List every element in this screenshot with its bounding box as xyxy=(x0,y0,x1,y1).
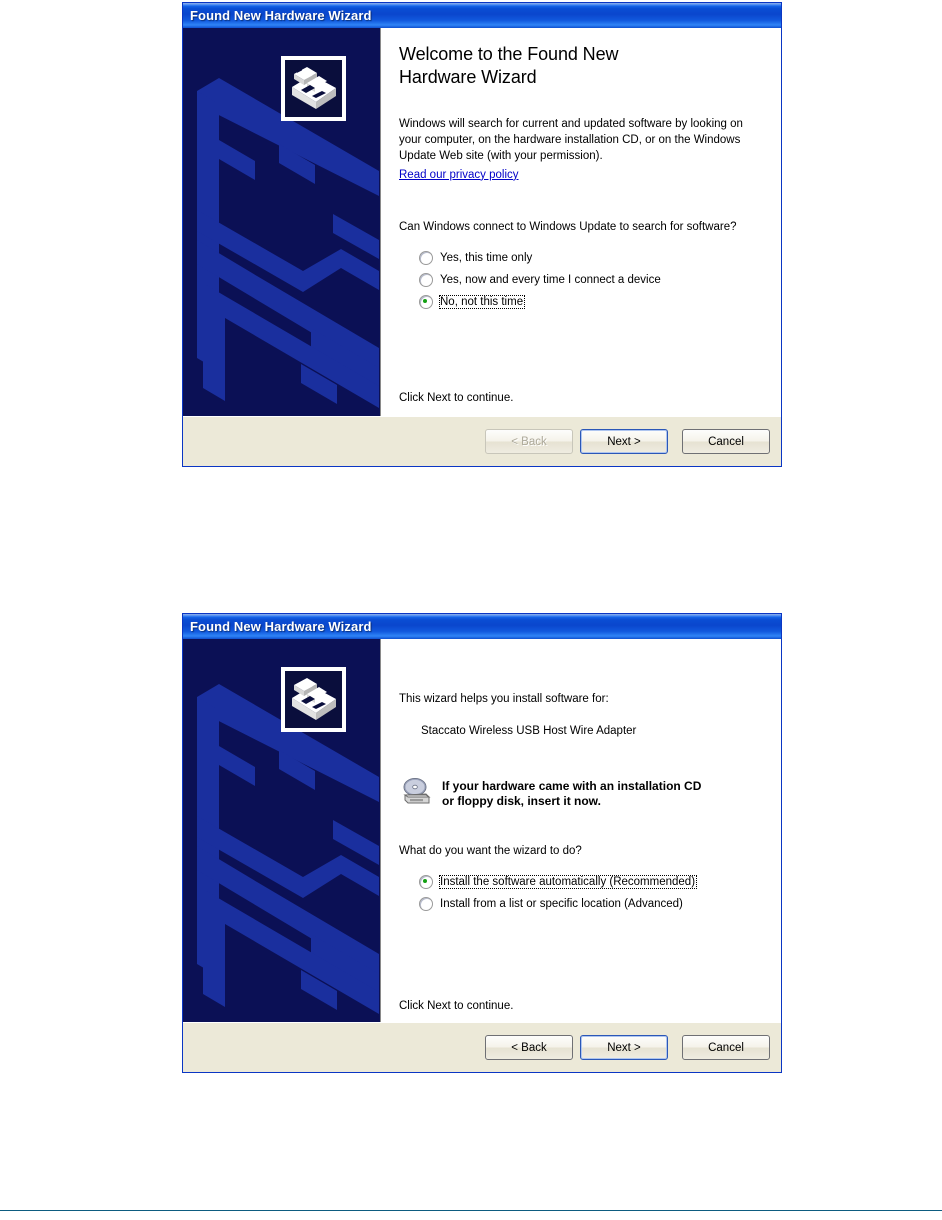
wizard-watermark-panel xyxy=(183,639,381,1022)
radio-option-yes-this-time[interactable]: Yes, this time only xyxy=(419,247,767,269)
cancel-button[interactable]: Cancel xyxy=(682,1035,770,1060)
installation-media-text: If your hardware came with an installati… xyxy=(442,779,701,810)
dialog-body: Welcome to the Found New Hardware Wizard… xyxy=(183,28,781,416)
update-search-radio-group: Yes, this time only Yes, now and every t… xyxy=(399,247,767,313)
back-button[interactable]: < Back xyxy=(485,429,573,454)
radio-indicator xyxy=(419,295,433,310)
button-bar: < Back Next > Cancel xyxy=(183,416,781,466)
window-title: Found New Hardware Wizard xyxy=(190,8,372,23)
next-button[interactable]: Next > xyxy=(580,1035,668,1060)
radio-indicator xyxy=(419,273,433,288)
found-new-hardware-wizard-welcome: Found New Hardware Wizard Welcome to the… xyxy=(182,2,782,467)
hardware-device-icon xyxy=(281,56,346,121)
cd-note-line2: or floppy disk, insert it now. xyxy=(442,794,601,809)
intro-paragraph: Windows will search for current and upda… xyxy=(399,117,743,163)
dialog-content: Welcome to the Found New Hardware Wizard… xyxy=(381,28,781,416)
radio-option-yes-every-time[interactable]: Yes, now and every time I connect a devi… xyxy=(419,269,767,291)
titlebar: Found New Hardware Wizard xyxy=(183,3,781,28)
radio-label: No, not this time xyxy=(439,295,526,310)
radio-indicator xyxy=(419,874,433,889)
dialog-body: This wizard helps you install software f… xyxy=(183,639,781,1022)
footer-note: Click Next to continue. xyxy=(399,392,514,404)
next-button[interactable]: Next > xyxy=(580,429,668,454)
install-method-radio-group: Install the software automatically (Reco… xyxy=(399,871,767,915)
wizard-watermark-panel xyxy=(183,28,381,416)
installation-media-note: If your hardware came with an installati… xyxy=(399,776,767,813)
radio-indicator xyxy=(419,896,433,911)
hardware-device-icon xyxy=(281,667,346,732)
titlebar: Found New Hardware Wizard xyxy=(183,614,781,639)
found-new-hardware-wizard-install: Found New Hardware Wizard This wizard he… xyxy=(182,613,782,1073)
question-text: Can Windows connect to Windows Update to… xyxy=(399,220,737,233)
page-title-line2: Hardware Wizard xyxy=(399,67,537,88)
page-title-line1: Welcome to the Found New xyxy=(399,44,619,64)
cd-note-line1: If your hardware came with an installati… xyxy=(442,778,702,793)
radio-option-install-from-list[interactable]: Install from a list or specific location… xyxy=(419,893,767,915)
radio-label: Install the software automatically (Reco… xyxy=(439,874,698,889)
dialog-content: This wizard helps you install software f… xyxy=(381,639,781,1022)
radio-label: Yes, now and every time I connect a devi… xyxy=(440,274,661,287)
footer-note: Click Next to continue. xyxy=(399,1000,514,1012)
cd-drive-icon xyxy=(399,776,433,813)
intro-paragraph: This wizard helps you install software f… xyxy=(399,693,609,705)
window-title: Found New Hardware Wizard xyxy=(190,619,372,634)
cancel-button[interactable]: Cancel xyxy=(682,429,770,454)
button-bar: < Back Next > Cancel xyxy=(183,1022,781,1072)
radio-indicator xyxy=(419,251,433,266)
radio-label: Yes, this time only xyxy=(440,252,533,265)
page-divider-rule xyxy=(0,1210,942,1211)
question-text: What do you want the wizard to do? xyxy=(399,844,582,857)
radio-option-no-not-this-time[interactable]: No, not this time xyxy=(419,291,767,313)
back-button[interactable]: < Back xyxy=(485,1035,573,1060)
page-title: Welcome to the Found New Hardware Wizard xyxy=(399,28,767,90)
device-name-text: Staccato Wireless USB Host Wire Adapter xyxy=(421,725,637,738)
privacy-policy-link[interactable]: Read our privacy policy xyxy=(399,169,519,181)
radio-label: Install from a list or specific location… xyxy=(440,897,683,910)
radio-option-install-automatically[interactable]: Install the software automatically (Reco… xyxy=(419,871,767,893)
